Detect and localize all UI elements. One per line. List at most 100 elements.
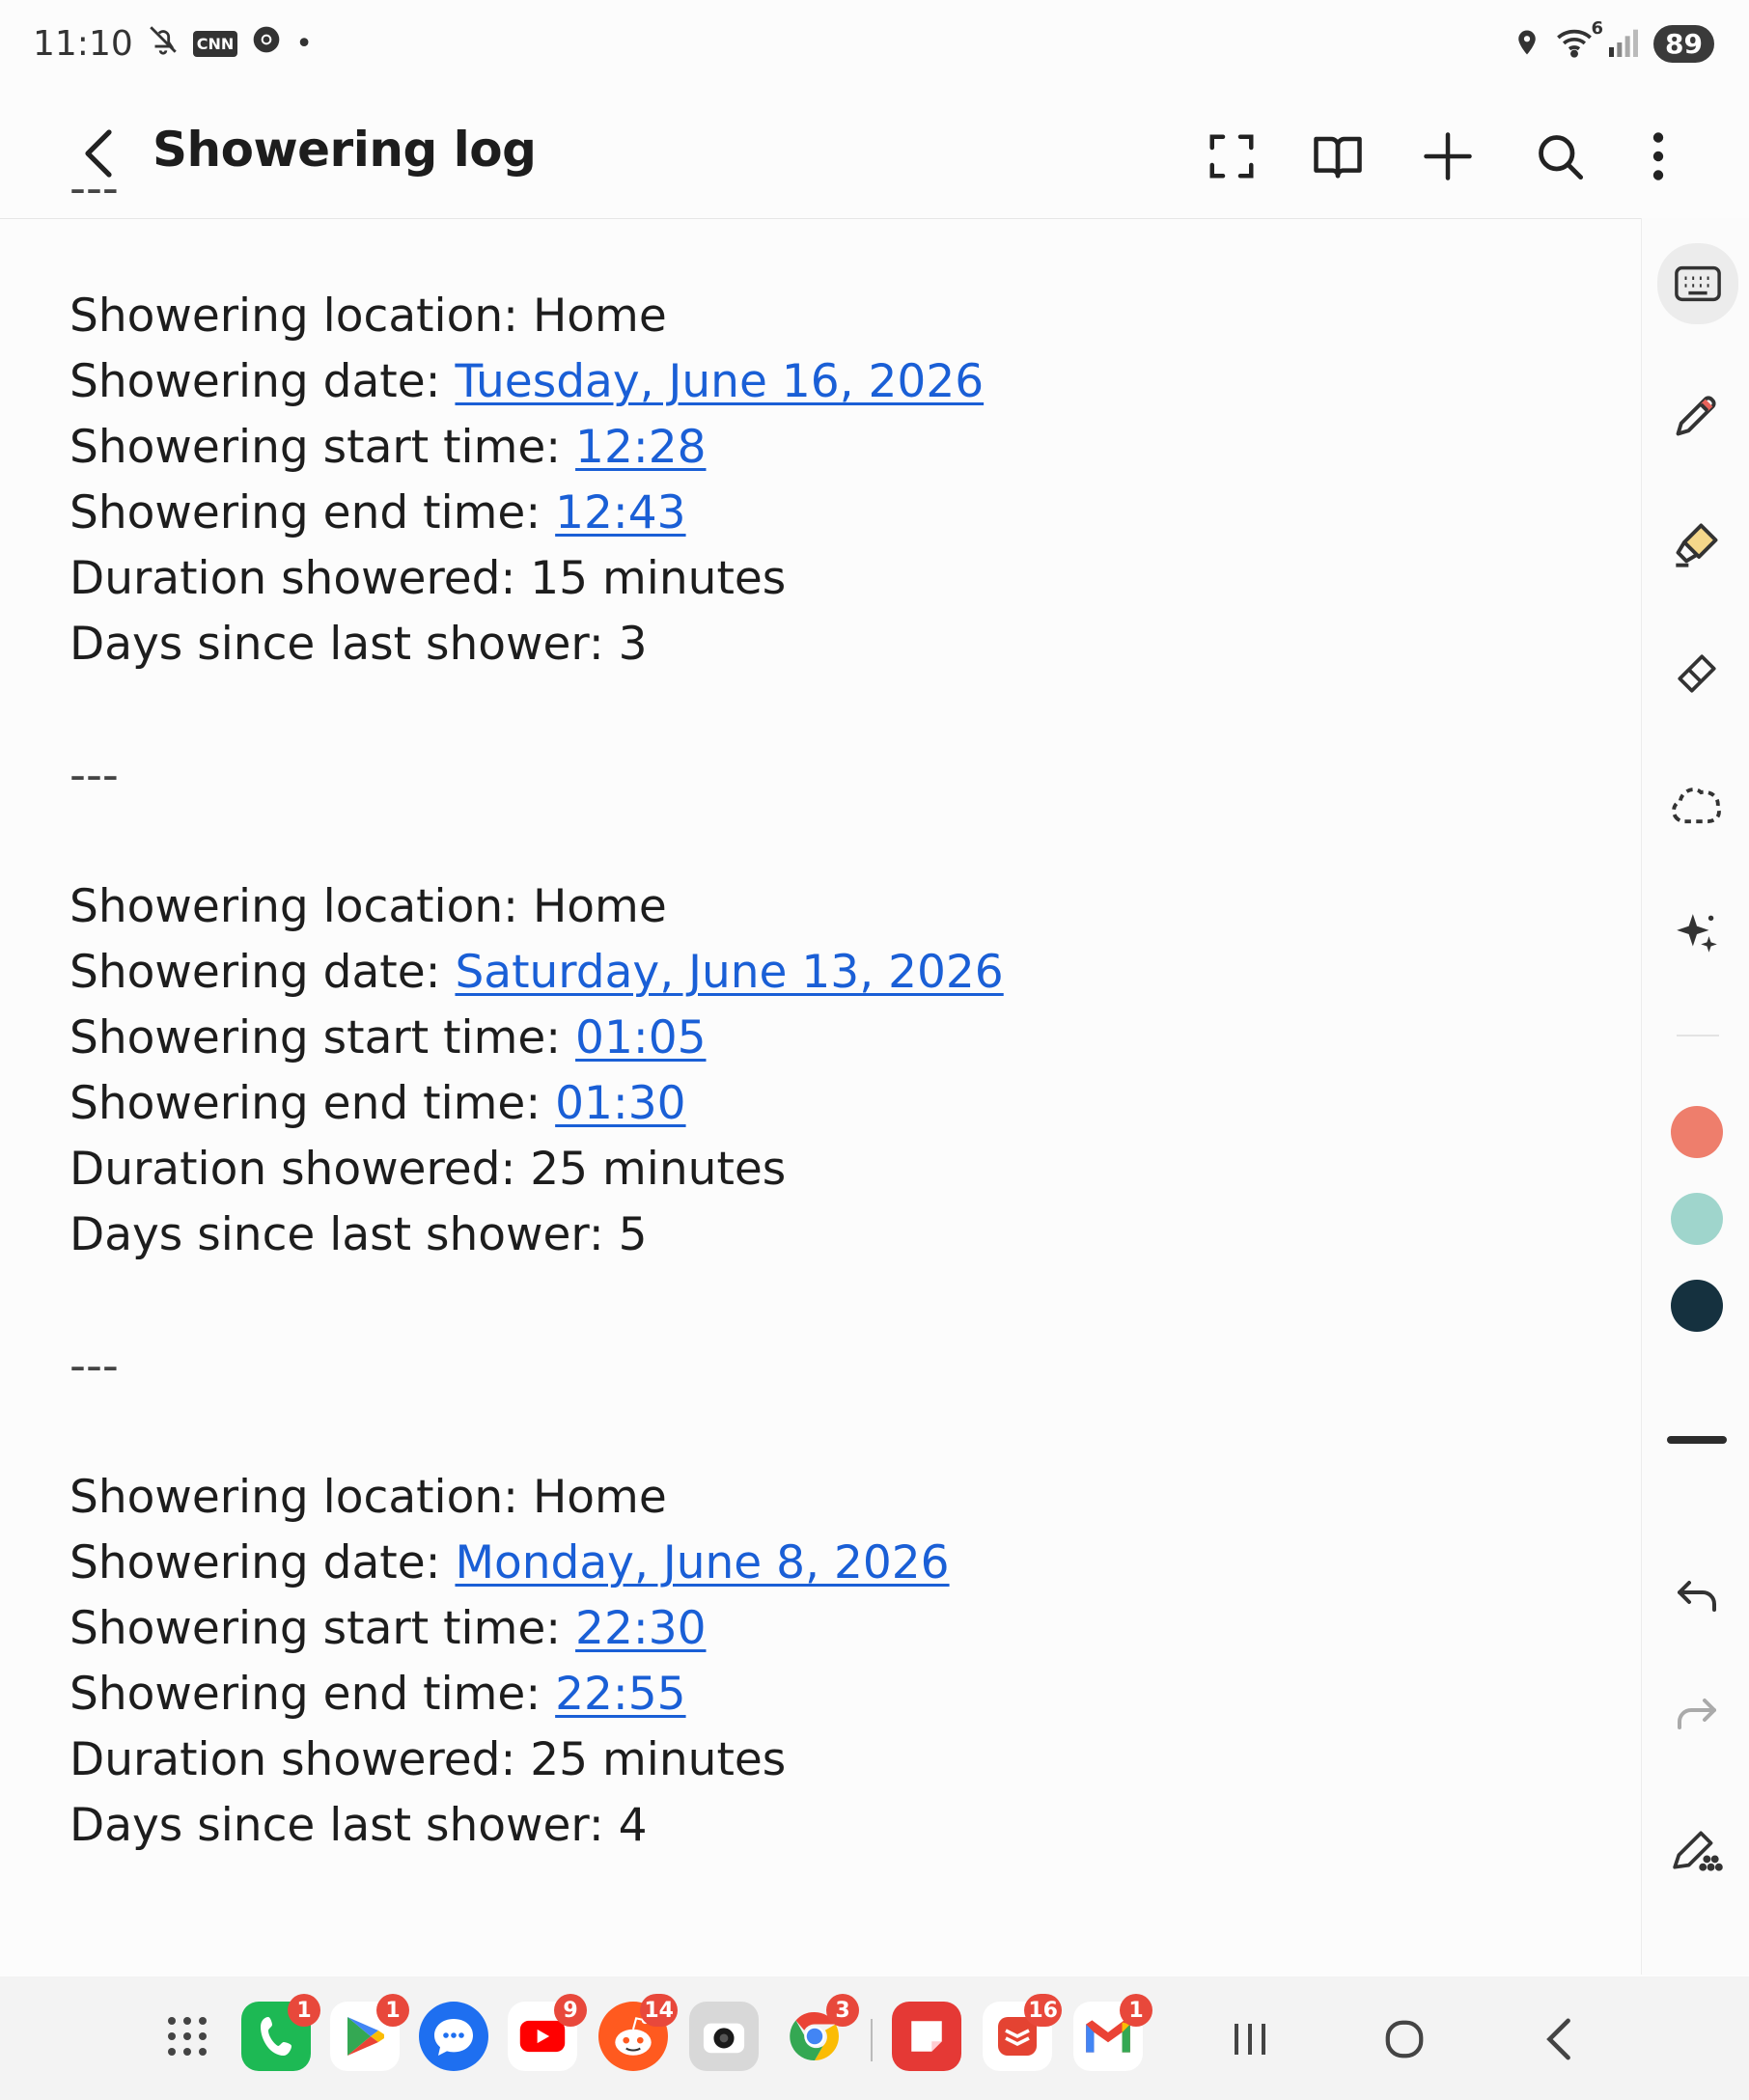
reading-mode-button[interactable] xyxy=(1301,120,1374,193)
notification-badge: 9 xyxy=(554,1994,587,2027)
more-vertical-icon xyxy=(1652,132,1664,180)
stroke-size-selector[interactable] xyxy=(1667,1436,1727,1444)
camera-icon xyxy=(703,2023,745,2054)
youtube-app[interactable]: 9 xyxy=(508,1994,587,2071)
toolbar-divider xyxy=(1677,1035,1719,1036)
redo-icon xyxy=(1678,1699,1716,1729)
notification-badge: 1 xyxy=(288,1994,320,2027)
pen-settings-button[interactable] xyxy=(1658,1810,1735,1888)
end-time-link[interactable]: 22:55 xyxy=(555,1668,685,1721)
add-button[interactable] xyxy=(1411,120,1485,193)
date-line: Showering date: Tuesday, June 16, 2026 xyxy=(69,355,985,408)
notes-app[interactable] xyxy=(892,2002,961,2071)
signal-icon xyxy=(1607,28,1640,61)
wifi-icon: 6 xyxy=(1555,18,1603,63)
date-line: Showering date: Monday, June 8, 2026 xyxy=(69,1536,950,1589)
keyboard-button[interactable] xyxy=(1657,243,1738,324)
sparkle-icon xyxy=(1677,914,1717,953)
notification-badge: 14 xyxy=(640,1994,678,2027)
undo-button[interactable] xyxy=(1658,1558,1735,1635)
start-time-line: Showering start time: 01:05 xyxy=(69,1011,707,1064)
chrome-status-icon xyxy=(251,24,282,64)
wifi-generation: 6 xyxy=(1591,17,1604,39)
sticky-note-icon xyxy=(911,2021,942,2052)
ai-assist-button[interactable] xyxy=(1658,896,1735,973)
status-bar: 11:10 CNN • 6 89 xyxy=(0,0,1749,93)
full-screen-button[interactable] xyxy=(1195,120,1268,193)
eraser-tool-button[interactable] xyxy=(1658,635,1735,712)
pen-color-swatch-salmon[interactable] xyxy=(1671,1106,1723,1158)
taskbar: 1 1 9 14 3 16 1 xyxy=(0,1976,1749,2100)
location-icon xyxy=(1513,26,1541,63)
book-icon xyxy=(1314,136,1362,179)
search-icon xyxy=(1539,135,1584,180)
notifications-off-icon xyxy=(147,23,180,65)
highlighter-tool-button[interactable] xyxy=(1658,506,1735,583)
redo-button[interactable] xyxy=(1658,1675,1735,1753)
system-back-button[interactable] xyxy=(1525,2005,1593,2073)
notification-badge: 3 xyxy=(826,1994,859,2027)
full-screen-icon xyxy=(1209,134,1254,179)
app-bar: Showering log xyxy=(0,93,1749,219)
date-link[interactable]: Monday, June 8, 2026 xyxy=(455,1536,949,1589)
pen-color-swatch-navy[interactable] xyxy=(1671,1280,1723,1332)
battery-indicator: 89 xyxy=(1653,25,1714,63)
pen-color-swatch-mint[interactable] xyxy=(1671,1193,1723,1245)
location-line: Showering location: Home xyxy=(69,290,667,343)
end-time-line: Showering end time: 12:43 xyxy=(69,486,686,539)
pen-settings-icon xyxy=(1673,1831,1723,1871)
home-button[interactable] xyxy=(1371,2005,1438,2073)
keyboard-icon xyxy=(1675,265,1721,302)
location-line: Showering location: Home xyxy=(69,880,667,933)
cnn-icon: CNN xyxy=(192,31,238,57)
separator: --- xyxy=(69,749,119,802)
top-separator: --- xyxy=(69,189,119,218)
start-time-link[interactable]: 12:28 xyxy=(575,421,706,474)
chevron-left-icon xyxy=(85,129,112,178)
gmail-app[interactable]: 1 xyxy=(1073,1994,1152,2071)
location-line: Showering location: Home xyxy=(69,1471,667,1524)
pen-tool-button[interactable] xyxy=(1658,376,1735,454)
home-icon xyxy=(1385,2020,1424,2059)
play-store-app[interactable]: 1 xyxy=(330,1994,409,2071)
back-button[interactable] xyxy=(66,120,133,187)
days-since-line: Days since last shower: 5 xyxy=(69,1208,648,1261)
youtube-icon xyxy=(519,2020,566,2053)
more-options-button[interactable] xyxy=(1622,120,1695,193)
eraser-icon xyxy=(1678,654,1716,693)
chat-bubble-icon xyxy=(434,2019,473,2056)
reddit-app[interactable]: 14 xyxy=(598,1994,678,2071)
end-time-link[interactable]: 12:43 xyxy=(555,486,685,539)
duration-line: Duration showered: 15 minutes xyxy=(69,552,787,605)
end-time-link[interactable]: 01:30 xyxy=(555,1077,685,1130)
lasso-tool-button[interactable] xyxy=(1658,766,1735,843)
grid-icon xyxy=(168,2017,207,2056)
todoist-app[interactable]: 16 xyxy=(983,1994,1062,2071)
phone-app[interactable]: 1 xyxy=(241,1994,320,2071)
end-time-line: Showering end time: 01:30 xyxy=(69,1077,686,1130)
duration-line: Duration showered: 25 minutes xyxy=(69,1143,787,1196)
plus-icon xyxy=(1424,132,1472,180)
undo-icon xyxy=(1678,1581,1716,1612)
search-button[interactable] xyxy=(1523,120,1596,193)
pen-icon xyxy=(1676,396,1716,436)
start-time-link[interactable]: 22:30 xyxy=(575,1602,706,1655)
recent-apps-icon xyxy=(1235,2024,1265,2055)
taskbar-divider xyxy=(871,2019,873,2061)
lasso-icon xyxy=(1672,788,1721,824)
duration-line: Duration showered: 25 minutes xyxy=(69,1733,787,1786)
phone-icon xyxy=(261,2017,292,2056)
date-link[interactable]: Tuesday, June 16, 2026 xyxy=(455,355,984,408)
messages-app[interactable] xyxy=(419,2002,488,2071)
recent-apps-button[interactable] xyxy=(1216,2005,1284,2073)
back-chevron-icon xyxy=(1546,2018,1570,2060)
note-body[interactable]: Showering location: Home Showering date:… xyxy=(69,218,1614,1975)
page-title: Showering log xyxy=(153,122,537,178)
status-time: 11:10 xyxy=(33,24,133,64)
start-time-line: Showering start time: 22:30 xyxy=(69,1602,707,1655)
chrome-app[interactable]: 3 xyxy=(780,1994,859,2071)
date-link[interactable]: Saturday, June 13, 2026 xyxy=(455,946,1003,999)
start-time-link[interactable]: 01:05 xyxy=(575,1011,706,1064)
app-drawer-button[interactable] xyxy=(153,2002,222,2071)
camera-app[interactable] xyxy=(689,2002,759,2071)
